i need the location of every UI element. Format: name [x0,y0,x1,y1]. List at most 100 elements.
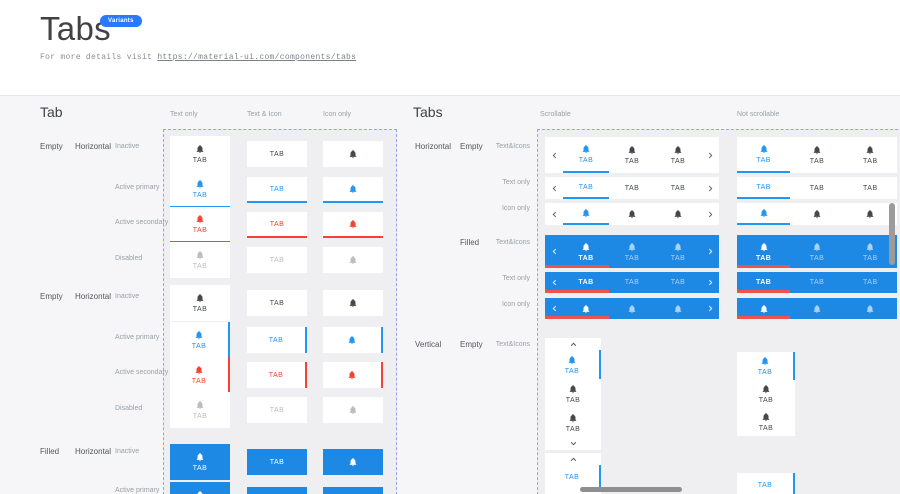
tab-texticon-inactive[interactable]: TAB [170,285,230,321]
tab-item-active[interactable]: TAB [737,137,790,173]
tab-item[interactable]: TAB [790,272,843,293]
tab-item[interactable]: TAB [545,379,601,408]
scroll-left-button[interactable] [545,137,563,173]
tab-texticon-filled-active[interactable]: TAB [170,482,230,494]
chevron-left-icon [549,183,560,194]
bell-icon [761,384,771,394]
scroll-left-button[interactable] [545,203,563,225]
tab-icon-filled-active[interactable] [323,487,383,494]
tab-item-active[interactable]: TAB [563,137,609,173]
state-label-active-primary: Active primary [115,487,159,494]
tab-item[interactable] [655,203,701,225]
bell-icon [581,208,591,218]
tab-item[interactable]: TAB [609,177,655,199]
tab-icon-active-primary[interactable] [323,327,383,353]
tab-item[interactable] [655,298,701,319]
tab-text-active-primary[interactable]: TAB [247,177,307,203]
scroll-up-button[interactable] [545,453,601,465]
tab-item[interactable]: TAB [545,408,601,437]
tab-item[interactable] [790,203,843,225]
tab-text-inactive[interactable]: TAB [247,141,307,167]
tab-item-active[interactable] [737,203,790,225]
tab-item[interactable] [609,203,655,225]
tab-item[interactable]: TAB [844,177,897,199]
tab-icon-disabled[interactable] [323,247,383,273]
scroll-right-button[interactable] [701,298,719,319]
tab-label: TAB [671,158,686,165]
tab-item[interactable]: TAB [790,177,843,199]
group3-variant-label: Filled [40,447,59,456]
tab-item[interactable]: TAB [609,235,655,268]
tab-item[interactable]: TAB [737,408,795,436]
horizontal-scrollbar[interactable] [580,487,682,492]
tab-item[interactable] [790,298,843,319]
tab-item[interactable]: TAB [790,235,843,268]
tab-item[interactable]: TAB [655,235,701,268]
tab-item[interactable]: TAB [790,137,843,173]
bell-icon [865,209,875,219]
tab-icon-active-secondary[interactable] [323,362,383,388]
tab-icon-active-primary[interactable] [323,177,383,203]
tab-text-inactive[interactable]: TAB [247,290,307,316]
tab-item[interactable] [844,298,897,319]
tab-label: TAB [863,255,878,262]
scroll-right-button[interactable] [701,177,719,199]
vertical-scrollbar[interactable] [889,203,895,265]
tab-item[interactable]: TAB [844,137,897,173]
col-header-text-icon: Text & Icon [247,111,282,118]
tab-item-active[interactable]: TAB [563,235,609,268]
tab-item[interactable]: TAB [655,272,701,293]
tab-text-filled-active[interactable]: TAB [247,487,307,494]
tab-label: TAB [193,192,208,199]
tab-texticon-active-secondary[interactable]: TAB [170,357,230,393]
tab-label: TAB [756,279,771,286]
tab-label: TAB [758,482,773,489]
tab-item[interactable]: TAB [609,272,655,293]
scroll-right-button[interactable] [701,235,719,268]
tab-icon-filled-inactive[interactable] [323,449,383,475]
tab-item-active[interactable]: TAB [545,465,601,489]
tab-icon-disabled[interactable] [323,397,383,423]
scroll-left-button[interactable] [545,177,563,199]
scroll-right-button[interactable] [701,137,719,173]
tab-text-active-secondary[interactable]: TAB [247,362,307,388]
tab-item-active[interactable]: TAB [563,177,609,199]
scroll-right-button[interactable] [701,203,719,225]
tab-item[interactable]: TAB [609,137,655,173]
tab-texticon-active-primary[interactable]: TAB [170,172,230,208]
scroll-left-button[interactable] [545,235,563,268]
tab-texticon-filled-inactive[interactable]: TAB [170,444,230,480]
scroll-right-button[interactable] [701,272,719,293]
tab-icon-inactive[interactable] [323,290,383,316]
tab-item[interactable]: TAB [737,380,795,408]
tab-item-active[interactable]: TAB [737,177,790,199]
tab-item-active[interactable]: TAB [737,352,795,380]
tab-item-active[interactable]: TAB [737,473,795,494]
tab-texticon-active-secondary[interactable]: TAB [170,207,230,243]
tab-item-active[interactable]: TAB [545,350,601,379]
tabs-filled-scrollable-texticons: TAB TAB TAB [545,235,719,268]
scroll-down-button[interactable] [545,437,601,449]
tab-texticon-disabled[interactable]: TAB [170,392,230,428]
tab-item-active[interactable]: TAB [737,235,790,268]
tab-item[interactable]: TAB [655,177,701,199]
tab-item[interactable]: TAB [844,272,897,293]
tab-item[interactable]: TAB [655,137,701,173]
tab-item-active[interactable] [563,203,609,225]
bell-icon [760,356,770,366]
bell-icon [195,144,205,154]
docs-link[interactable]: https://material-ui.com/components/tabs [157,53,356,62]
tabs-vertical-notscrollable-text: TAB TAB [737,473,795,494]
tab-text-disabled[interactable]: TAB [247,397,307,423]
tab-text-filled-inactive[interactable]: TAB [247,449,307,475]
tab-texticon-active-primary[interactable]: TAB [170,322,230,358]
tab-text-disabled[interactable]: TAB [247,247,307,273]
tab-text-active-secondary[interactable]: TAB [247,212,307,238]
tab-item[interactable] [609,298,655,319]
tab-text-active-primary[interactable]: TAB [247,327,307,353]
tab-texticon-inactive[interactable]: TAB [170,136,230,172]
tab-icon-active-secondary[interactable] [323,212,383,238]
tab-texticon-disabled[interactable]: TAB [170,242,230,278]
tab-icon-inactive[interactable] [323,141,383,167]
scroll-up-button[interactable] [545,338,601,350]
